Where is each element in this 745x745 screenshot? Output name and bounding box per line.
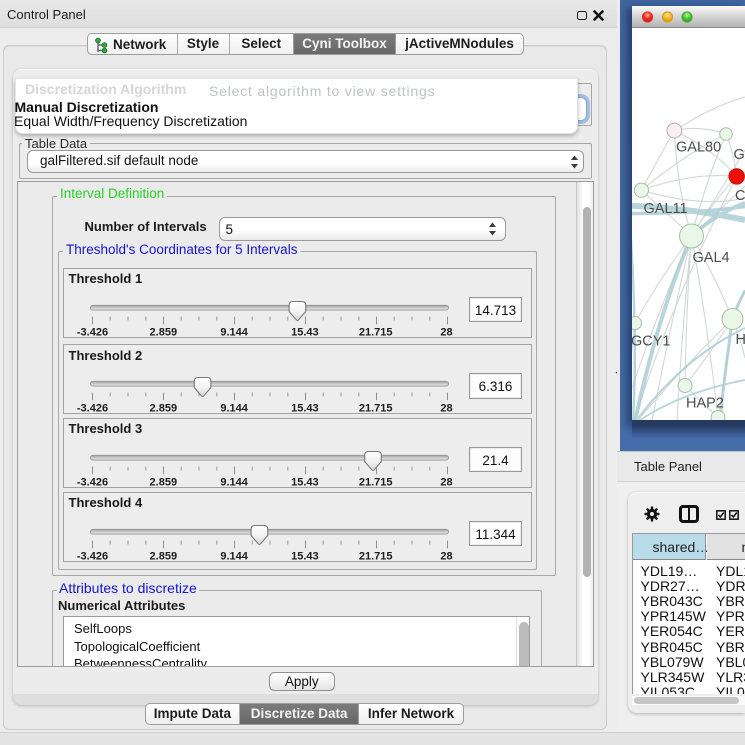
svg-text:21.715: 21.715 — [358, 550, 392, 562]
svg-text:15.43: 15.43 — [291, 326, 319, 338]
svg-text:15.43: 15.43 — [291, 403, 319, 415]
svg-text:9.144: 9.144 — [220, 326, 248, 338]
svg-text:15.43: 15.43 — [291, 476, 319, 488]
svg-text:-3.426: -3.426 — [76, 476, 107, 488]
svg-text:GAL: GAL — [734, 147, 745, 163]
svg-text:2.859: 2.859 — [149, 403, 177, 415]
svg-text:2.859: 2.859 — [149, 476, 177, 488]
svg-text:GCY1: GCY1 — [632, 334, 671, 350]
svg-text:2.859: 2.859 — [149, 550, 177, 562]
svg-text:HAP2: HAP2 — [686, 396, 724, 412]
svg-text:21.715: 21.715 — [358, 326, 392, 338]
svg-text:GAL80: GAL80 — [676, 140, 721, 156]
svg-text:28: 28 — [440, 403, 452, 415]
svg-text:CYC: CYC — [735, 188, 745, 204]
svg-text:21.715: 21.715 — [358, 403, 392, 415]
svg-text:HA: HA — [736, 332, 745, 348]
svg-text:-3.426: -3.426 — [76, 550, 107, 562]
svg-text:15.43: 15.43 — [291, 550, 319, 562]
svg-text:28: 28 — [440, 476, 452, 488]
svg-text:28: 28 — [440, 326, 452, 338]
svg-text:9.144: 9.144 — [220, 476, 248, 488]
svg-text:9.144: 9.144 — [220, 550, 248, 562]
svg-text:GAL11: GAL11 — [644, 201, 688, 217]
svg-text:21.715: 21.715 — [358, 476, 392, 488]
svg-text:28: 28 — [440, 550, 452, 562]
svg-text:-3.426: -3.426 — [76, 403, 107, 415]
svg-text:GAL4: GAL4 — [693, 250, 730, 266]
svg-text:-3.426: -3.426 — [76, 326, 107, 338]
svg-text:2.859: 2.859 — [149, 326, 177, 338]
svg-text:9.144: 9.144 — [220, 403, 248, 415]
